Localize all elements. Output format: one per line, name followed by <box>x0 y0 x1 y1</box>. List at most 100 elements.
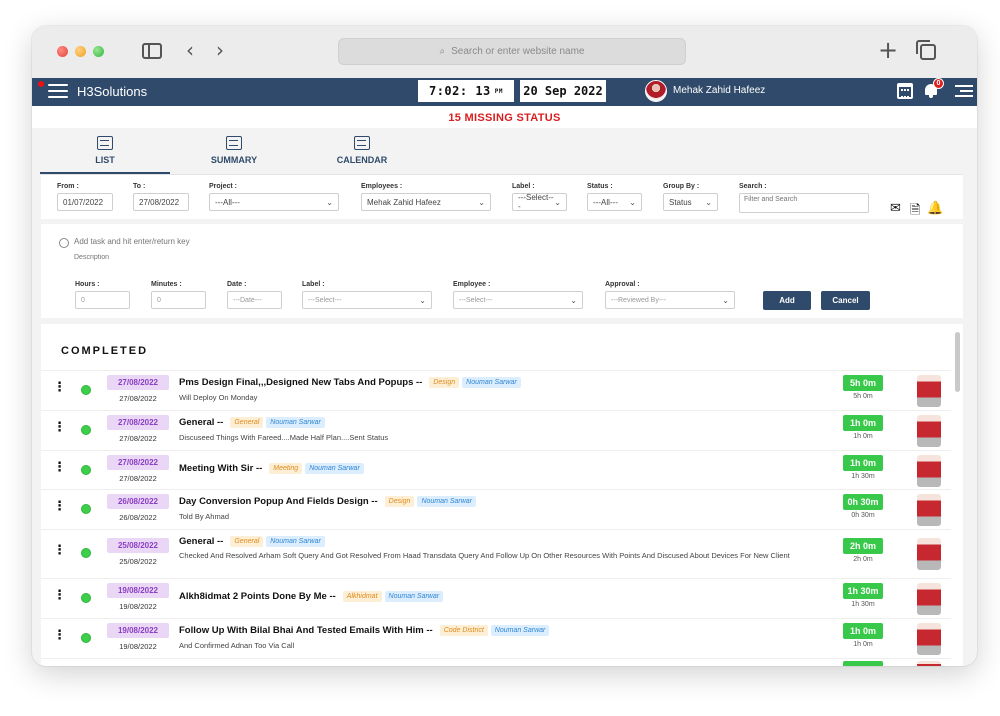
new-tab-icon[interactable]: + <box>878 38 898 62</box>
to-date-input[interactable]: 27/08/2022 <box>133 193 189 211</box>
assignee-avatar[interactable] <box>917 623 941 655</box>
approval-select[interactable]: ---Reviewed By--- ⌄ <box>605 291 735 309</box>
back-arrow-icon[interactable]: ‹ <box>186 38 194 62</box>
status-dot[interactable] <box>81 633 91 643</box>
row-menu-icon[interactable]: ⋮ <box>53 381 66 394</box>
assignee-avatar[interactable] <box>917 494 941 526</box>
task-date-tag: 27/08/2022 <box>107 455 169 470</box>
row-menu-icon[interactable]: ⋮ <box>53 500 66 513</box>
assignee-avatar[interactable] <box>917 583 941 615</box>
missing-status-banner[interactable]: 15 MISSING STATUS <box>32 106 977 128</box>
chevron-down-icon: ⌄ <box>419 295 426 305</box>
task-title[interactable]: Day Conversion Popup And Fields Design -… <box>179 496 477 507</box>
row-menu-icon[interactable]: ⋮ <box>53 544 66 557</box>
tab-summary[interactable]: SUMMARY <box>170 136 298 174</box>
row-menu-icon[interactable]: ⋮ <box>53 629 66 642</box>
task-row[interactable] <box>41 658 951 666</box>
add-button[interactable]: Add <box>763 291 811 310</box>
sidebar-toggle-icon[interactable] <box>142 43 162 59</box>
options-menu-icon[interactable] <box>955 85 973 100</box>
email-icon[interactable]: ✉ <box>890 201 901 216</box>
employees-label: Employees : <box>361 183 403 190</box>
task-title[interactable]: Alkh8idmat 2 Points Done By Me -- Alkhidm… <box>179 591 444 602</box>
hours-badge: 1h 0m <box>843 415 883 431</box>
assignee-avatar[interactable] <box>917 661 941 666</box>
status-dot[interactable] <box>81 425 91 435</box>
user-avatar[interactable] <box>645 80 667 102</box>
task-title-text: Pms Design Final,,,Designed New Tabs And… <box>179 377 423 388</box>
date-input[interactable]: ---Date--- <box>227 291 282 309</box>
task-row[interactable]: ⋮ 27/08/2022 27/08/2022 General -- Genera… <box>41 410 951 450</box>
row-menu-icon[interactable]: ⋮ <box>53 461 66 474</box>
chevron-down-icon: ⌄ <box>705 197 712 207</box>
hours-input[interactable]: 0 <box>75 291 130 309</box>
status-dot[interactable] <box>81 385 91 395</box>
tab-calendar[interactable]: CALENDAR <box>297 136 427 174</box>
maximize-window-button[interactable] <box>93 46 104 57</box>
task-title[interactable]: General -- General Nouman Sarwar <box>179 417 325 428</box>
notification-badge: 0 <box>933 78 944 89</box>
employees-select[interactable]: Mehak Zahid Hafeez ⌄ <box>361 193 491 211</box>
task-description: Checked And Resolved Arham Soft Query An… <box>179 551 790 560</box>
minutes-input[interactable]: 0 <box>151 291 206 309</box>
row-menu-icon[interactable]: ⋮ <box>53 421 66 434</box>
tab-list[interactable]: LIST <box>40 136 170 174</box>
hours-field: Hours : 0 <box>75 281 130 309</box>
task-title[interactable]: Pms Design Final,,,Designed New Tabs And… <box>179 377 521 388</box>
user-name[interactable]: Mehak Zahid Hafeez <box>673 85 765 96</box>
hamburger-menu-icon[interactable] <box>48 84 68 100</box>
groupby-select[interactable]: Status ⌄ <box>663 193 718 211</box>
employees-select-value: Mehak Zahid Hafeez <box>367 197 441 207</box>
employees-filter: Employees : Mehak Zahid Hafeez ⌄ <box>361 183 491 211</box>
task-title[interactable]: Follow Up With Bilal Bhai And Tested Ema… <box>179 625 550 636</box>
section-title: COMPLETED <box>61 345 149 357</box>
status-dot[interactable] <box>81 504 91 514</box>
task-row[interactable]: ⋮ 27/08/2022 27/08/2022 Pms Design Final… <box>41 370 951 410</box>
forward-arrow-icon[interactable]: › <box>216 38 224 62</box>
task-list-panel: COMPLETED ⋮ 27/08/2022 27/08/2022 Pms De… <box>41 324 963 666</box>
label-select[interactable]: ---Select--- ⌄ <box>512 193 567 211</box>
task-date-sub: 19/08/2022 <box>119 602 157 611</box>
bell-reminder-icon[interactable]: 🔔 <box>927 201 943 216</box>
minimize-window-button[interactable] <box>75 46 86 57</box>
assignee-avatar[interactable] <box>917 415 941 447</box>
hours-sub: 2h 0m <box>853 556 873 563</box>
task-row[interactable]: ⋮ 27/08/2022 27/08/2022 Meeting With Sir… <box>41 450 951 489</box>
search-input[interactable] <box>739 193 869 213</box>
task-label-select[interactable]: ---Select--- ⌄ <box>302 291 432 309</box>
task-row[interactable]: ⋮ 19/08/2022 19/08/2022 Follow Up With B… <box>41 618 951 658</box>
view-tabs: LIST SUMMARY CALENDAR <box>32 128 977 174</box>
assignee-avatar[interactable] <box>917 455 941 487</box>
task-title[interactable]: Meeting With Sir -- Meeting Nouman Sarwar <box>179 463 364 474</box>
task-date-sub: 19/08/2022 <box>119 642 157 651</box>
hours-sub: 0h 30m <box>851 512 875 519</box>
document-icon[interactable]: 🗎 <box>910 201 920 223</box>
from-date-input[interactable]: 01/07/2022 <box>57 193 113 211</box>
task-row[interactable]: ⋮ 19/08/2022 19/08/2022 Alkh8idmat 2 Poi… <box>41 578 951 618</box>
project-label: Project : <box>209 183 238 190</box>
status-dot[interactable] <box>81 548 91 558</box>
status-select[interactable]: ---All--- ⌄ <box>587 193 642 211</box>
task-row[interactable]: ⋮ 26/08/2022 26/08/2022 Day Conversion P… <box>41 489 951 529</box>
task-rows: ⋮ 27/08/2022 27/08/2022 Pms Design Final… <box>41 370 951 666</box>
cancel-button[interactable]: Cancel <box>821 291 870 310</box>
assignee-avatar[interactable] <box>917 538 941 570</box>
assignee-avatar[interactable] <box>917 375 941 407</box>
close-window-button[interactable] <box>57 46 68 57</box>
list-scrollbar[interactable] <box>955 332 960 392</box>
status-dot[interactable] <box>81 465 91 475</box>
task-title[interactable]: General -- General Nouman Sarwar <box>179 536 325 547</box>
employee-select[interactable]: ---Select--- ⌄ <box>453 291 583 309</box>
row-menu-icon[interactable]: ⋮ <box>53 589 66 602</box>
tab-overview-icon[interactable] <box>916 40 936 60</box>
task-input[interactable] <box>74 237 374 246</box>
project-select[interactable]: ---All--- ⌄ <box>209 193 339 211</box>
task-row[interactable]: ⋮ 25/08/2022 25/08/2022 General -- Genera… <box>41 529 951 578</box>
calendar-icon[interactable] <box>897 83 913 99</box>
address-bar[interactable]: ⌕ Search or enter website name <box>338 38 686 65</box>
task-date-tag: 19/08/2022 <box>107 623 169 638</box>
status-select-value: ---All--- <box>593 197 618 207</box>
description-input[interactable] <box>74 254 374 261</box>
status-dot[interactable] <box>81 593 91 603</box>
task-complete-radio[interactable] <box>59 238 69 248</box>
